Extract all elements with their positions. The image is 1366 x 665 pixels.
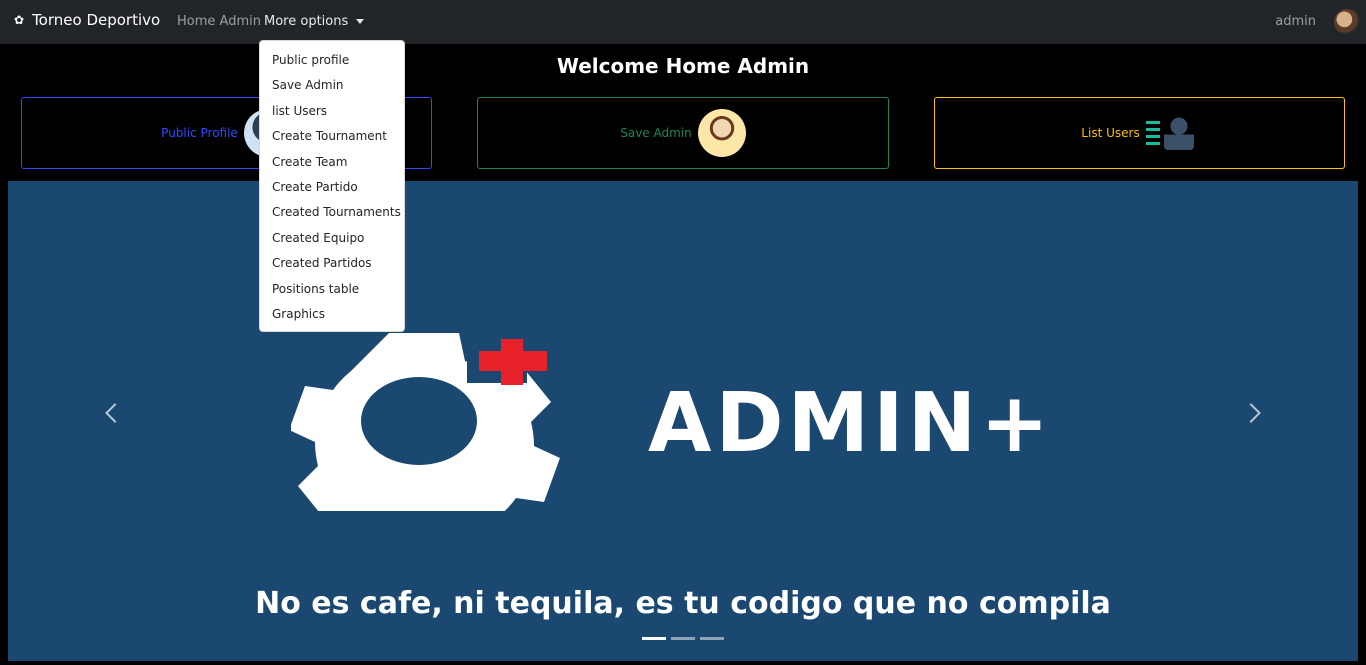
nav-home-admin[interactable]: Home Admin (177, 14, 261, 29)
more-options-dropdown: Public profile Save Admin list Users Cre… (259, 40, 405, 332)
menu-item-graphics[interactable]: Graphics (260, 304, 404, 329)
carousel: ADMIN+ No es cafe, ni tequila, es tu cod… (8, 181, 1358, 661)
nav-more-options[interactable]: More options (264, 14, 365, 29)
carousel-next-icon[interactable] (1241, 403, 1261, 423)
menu-item-public-profile[interactable]: Public profile (260, 50, 404, 75)
brand-label: Torneo Deportivo (32, 11, 161, 29)
page-title: Welcome Home Admin (556, 54, 810, 78)
carousel-indicators (642, 637, 724, 640)
user-name[interactable]: admin (1275, 14, 1316, 29)
public-profile-link[interactable]: Public Profile (161, 126, 238, 140)
top-navbar: ✿ Torneo Deportivo Home Admin More optio… (0, 0, 1366, 44)
admin-avatar-icon (697, 109, 746, 157)
save-admin-link[interactable]: Save Admin (620, 126, 692, 140)
menu-item-list-users[interactable]: list Users (260, 101, 404, 126)
logo-text: ADMIN+ (648, 376, 1053, 471)
gear-logo-icon (291, 333, 560, 511)
nav-more-options-label: More options (264, 14, 349, 29)
menu-item-created-tournaments[interactable]: Created Tournaments (260, 202, 404, 227)
menu-item-save-admin[interactable]: Save Admin (260, 75, 404, 100)
carousel-indicator-3[interactable] (700, 637, 724, 640)
carousel-indicator-1[interactable] (642, 637, 666, 640)
carousel-prev-icon[interactable] (105, 403, 125, 423)
menu-item-created-partidos[interactable]: Created Partidos (260, 253, 404, 278)
menu-item-created-equipo[interactable]: Created Equipo (260, 228, 404, 253)
soccer-ball-icon: ✿ (14, 13, 25, 27)
brand[interactable]: ✿ Torneo Deportivo (14, 11, 160, 29)
carousel-caption: No es cafe, ni tequila, es tu codigo que… (255, 586, 1111, 621)
chevron-down-icon (356, 19, 365, 24)
list-users-card[interactable]: List Users (934, 97, 1345, 169)
menu-item-positions-table[interactable]: Positions table (260, 279, 404, 304)
menu-item-create-team[interactable]: Create Team (260, 152, 404, 177)
user-list-icon (1145, 113, 1198, 153)
menu-item-create-partido[interactable]: Create Partido (260, 177, 404, 202)
menu-item-create-tournament[interactable]: Create Tournament (260, 126, 404, 151)
list-users-link[interactable]: List Users (1081, 126, 1139, 140)
avatar[interactable] (1334, 9, 1360, 35)
carousel-indicator-2[interactable] (671, 637, 695, 640)
save-admin-card[interactable]: Save Admin (477, 97, 889, 169)
